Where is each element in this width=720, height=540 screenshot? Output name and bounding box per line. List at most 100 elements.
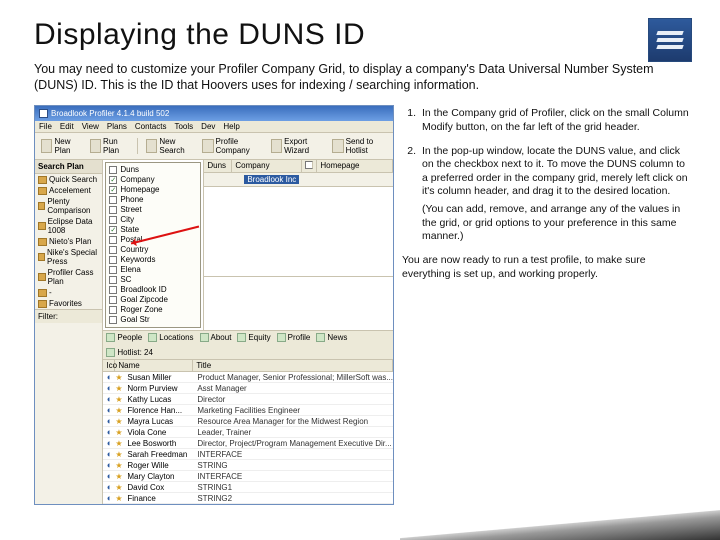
folder-icon <box>38 187 47 195</box>
tab-profile[interactable]: Profile <box>277 333 311 342</box>
company-grid-header[interactable]: Duns Company Homepage <box>204 160 393 173</box>
field-option[interactable]: Street <box>108 205 198 215</box>
sidebar-item[interactable]: Quick Search <box>35 174 102 185</box>
menu-edit[interactable]: Edit <box>60 122 74 131</box>
person-row[interactable]: ◐★Lee BosworthDirector, Project/Program … <box>103 438 393 449</box>
app-toolbar: New Plan Run Plan New Search Profile Com… <box>35 133 393 160</box>
sidebar-item[interactable]: Favorites <box>35 298 102 309</box>
menu-dev[interactable]: Dev <box>201 122 215 131</box>
tab-locations[interactable]: Locations <box>148 333 193 342</box>
person-row[interactable]: ◐★Susan MillerProduct Manager, Senior Pr… <box>103 372 393 383</box>
pcol-title[interactable]: Title <box>193 360 393 371</box>
field-option[interactable]: Company <box>108 175 198 185</box>
sidebar-item[interactable]: - <box>35 287 102 298</box>
sidebar-item[interactable]: Profiler Cass Plan <box>35 267 102 287</box>
toolbar-profile-company[interactable]: Profile Company <box>200 136 265 156</box>
col-company[interactable]: Company <box>232 160 302 172</box>
person-title: Marketing Facilities Engineer <box>195 406 393 415</box>
field-option[interactable]: Elena <box>108 265 198 275</box>
toolbar-hotlist[interactable]: Send to Hotlist <box>330 136 389 156</box>
checkbox-icon[interactable] <box>109 166 117 174</box>
sidebar-item-label: Profiler Cass Plan <box>48 268 100 286</box>
person-row[interactable]: ◐★David CoxSTRING1 <box>103 482 393 493</box>
checkbox-icon[interactable] <box>109 196 117 204</box>
tab-people[interactable]: People <box>106 333 142 342</box>
toolbar-new-plan[interactable]: New Plan <box>39 136 84 156</box>
sidebar-item[interactable]: Nieto's Plan <box>35 236 102 247</box>
pcol-name[interactable]: Name <box>115 360 193 371</box>
field-option[interactable]: Keywords <box>108 255 198 265</box>
tab-equity[interactable]: Equity <box>237 333 270 342</box>
person-icon: ◐ <box>103 383 115 393</box>
person-row[interactable]: ◐★Sarah FreedmanINTERFACE <box>103 449 393 460</box>
sidebar-item-label: Quick Search <box>49 175 97 184</box>
field-option[interactable]: Broadlook ID <box>108 285 198 295</box>
person-row[interactable]: ◐★Roger WilleSTRING <box>103 460 393 471</box>
tab-news[interactable]: News <box>316 333 347 342</box>
person-icon: ◐ <box>103 394 115 404</box>
person-row[interactable]: ◐★Viola ConeLeader, Trainer <box>103 427 393 438</box>
hotlist-icon <box>332 139 344 153</box>
pcol-ico[interactable]: Ico <box>103 360 115 371</box>
checkbox-icon[interactable] <box>109 296 117 304</box>
checkbox-icon[interactable] <box>109 306 117 314</box>
menu-plans[interactable]: Plans <box>107 122 127 131</box>
field-option[interactable]: City <box>108 215 198 225</box>
col-duns[interactable]: Duns <box>204 160 232 172</box>
field-option[interactable]: Goal Zipcode <box>108 295 198 305</box>
checkbox-icon[interactable] <box>109 286 117 294</box>
checkbox-icon[interactable] <box>109 316 117 324</box>
sidebar-item[interactable]: Accelement <box>35 185 102 196</box>
folder-icon <box>38 300 47 308</box>
checkbox-icon[interactable] <box>109 216 117 224</box>
menu-tools[interactable]: Tools <box>174 122 193 131</box>
sidebar-item-label: Favorites <box>49 299 82 308</box>
col-chk[interactable] <box>302 160 317 172</box>
menu-contacts[interactable]: Contacts <box>135 122 167 131</box>
app-menubar[interactable]: File Edit View Plans Contacts Tools Dev … <box>35 121 393 133</box>
toolbar-new-search[interactable]: New Search <box>144 136 196 156</box>
sidebar-item[interactable]: Plenty Comparison <box>35 196 102 216</box>
checkbox-icon[interactable] <box>109 276 117 284</box>
step-2-text: In the pop-up window, locate the DUNS va… <box>422 145 688 198</box>
field-option[interactable]: Phone <box>108 195 198 205</box>
company-row[interactable]: Broadlook Inc <box>204 173 393 187</box>
company-cell[interactable]: Broadlook Inc <box>244 175 299 184</box>
person-row[interactable]: ◐★Kathy LucasDirector <box>103 394 393 405</box>
toolbar-export-wizard[interactable]: Export Wizard <box>269 136 326 156</box>
toolbar-run-plan[interactable]: Run Plan <box>88 136 131 156</box>
checkbox-icon[interactable] <box>109 206 117 214</box>
field-option[interactable]: Homepage <box>108 185 198 195</box>
field-option[interactable]: Country <box>108 245 198 255</box>
star-icon: ★ <box>115 439 125 448</box>
checkbox-icon[interactable] <box>109 246 117 254</box>
column-modify-panel[interactable]: DunsCompanyHomepagePhoneStreetCityStateP… <box>105 162 201 328</box>
sidebar-item[interactable]: Eclipse Data 1008 <box>35 216 102 236</box>
person-row[interactable]: ◐★Mayra LucasResource Area Manager for t… <box>103 416 393 427</box>
tab-about[interactable]: About <box>200 333 232 342</box>
checkbox-icon[interactable] <box>109 236 117 244</box>
field-option[interactable]: Roger Zone <box>108 305 198 315</box>
person-row[interactable]: ◐★Florence Han...Marketing Facilities En… <box>103 405 393 416</box>
person-name: Mayra Lucas <box>125 417 195 426</box>
person-row[interactable]: ◐★Mary ClaytonINTERFACE <box>103 471 393 482</box>
app-window: Broadlook Profiler 4.1.4 build 502 File … <box>34 105 394 505</box>
menu-file[interactable]: File <box>39 122 52 131</box>
star-icon: ★ <box>115 483 125 492</box>
col-homepage[interactable]: Homepage <box>317 160 393 172</box>
menu-view[interactable]: View <box>82 122 99 131</box>
checkbox-icon[interactable] <box>109 186 117 194</box>
checkbox-icon[interactable] <box>109 256 117 264</box>
tab-hotlist-count[interactable]: Hotlist: 24 <box>106 348 153 357</box>
menu-help[interactable]: Help <box>223 122 239 131</box>
checkbox-icon[interactable] <box>109 176 117 184</box>
field-option[interactable]: Goal Str <box>108 315 198 325</box>
field-option[interactable]: Duns <box>108 165 198 175</box>
person-row[interactable]: ◐★FinanceSTRING2 <box>103 493 393 504</box>
person-row[interactable]: ◐★Norm PurviewAsst Manager <box>103 383 393 394</box>
checkbox-icon[interactable] <box>109 226 117 234</box>
field-option[interactable]: SC <box>108 275 198 285</box>
sidebar-item[interactable]: Nike's Special Press <box>35 247 102 267</box>
step-1-text: In the Company grid of Profiler, click o… <box>422 107 692 134</box>
checkbox-icon[interactable] <box>109 266 117 274</box>
